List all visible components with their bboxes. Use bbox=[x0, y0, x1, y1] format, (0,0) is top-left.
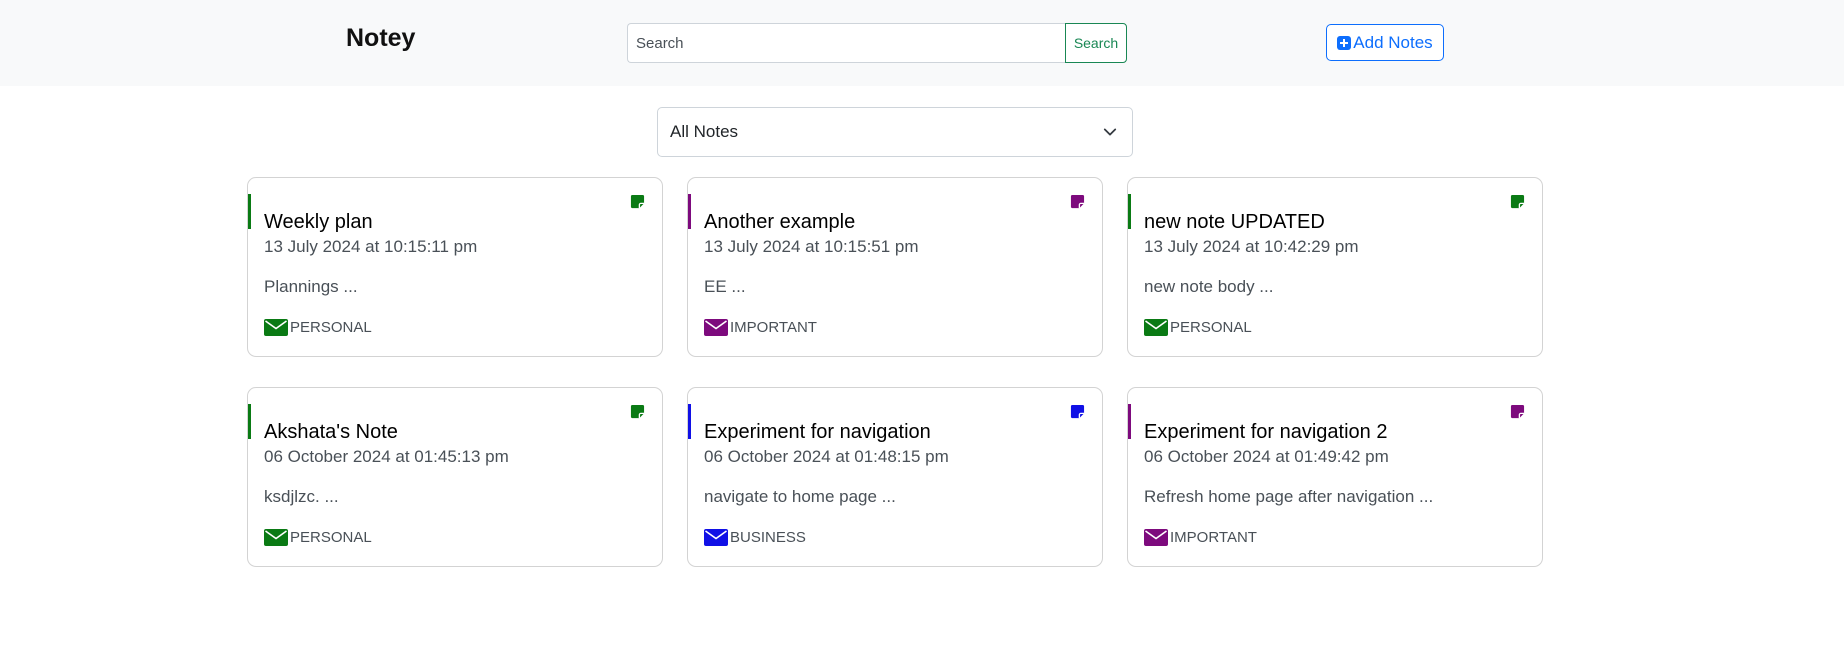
note-date: 06 October 2024 at 01:45:13 pm bbox=[264, 447, 509, 466]
note-category-label: IMPORTANT bbox=[1170, 529, 1257, 546]
note-accent-bar bbox=[1128, 194, 1131, 229]
note-card[interactable]: new note UPDATED 13 July 2024 at 10:42:2… bbox=[1127, 177, 1543, 357]
add-notes-button[interactable]: Add Notes bbox=[1326, 24, 1444, 61]
note-title: Experiment for navigation 2 bbox=[1144, 421, 1388, 443]
notes-filter-select[interactable]: All Notes bbox=[657, 107, 1133, 157]
note-body: EE ... bbox=[704, 277, 746, 296]
envelope-icon bbox=[264, 319, 288, 336]
add-notes-label: Add Notes bbox=[1353, 32, 1433, 52]
sticky-note-icon bbox=[1510, 194, 1525, 209]
navbar: Notey Search Add Notes bbox=[0, 0, 1844, 86]
note-accent-bar bbox=[688, 194, 691, 229]
note-accent-bar bbox=[248, 194, 251, 229]
envelope-icon bbox=[704, 319, 728, 336]
search-input[interactable] bbox=[627, 23, 1065, 63]
note-category-label: PERSONAL bbox=[1170, 319, 1252, 336]
note-date: 06 October 2024 at 01:49:42 pm bbox=[1144, 447, 1389, 466]
note-body: new note body ... bbox=[1144, 277, 1274, 296]
search-button[interactable]: Search bbox=[1065, 23, 1127, 63]
note-accent-bar bbox=[688, 404, 691, 439]
note-category: PERSONAL bbox=[264, 529, 372, 546]
note-date: 13 July 2024 at 10:15:51 pm bbox=[704, 237, 919, 256]
chevron-down-icon bbox=[1103, 128, 1117, 136]
note-title: new note UPDATED bbox=[1144, 211, 1325, 233]
note-category: BUSINESS bbox=[704, 529, 806, 546]
note-body: navigate to home page ... bbox=[704, 487, 896, 506]
sticky-note-icon bbox=[630, 194, 645, 209]
note-title: Experiment for navigation bbox=[704, 421, 931, 443]
note-card[interactable]: Akshata's Note 06 October 2024 at 01:45:… bbox=[247, 387, 663, 567]
note-category: IMPORTANT bbox=[704, 319, 817, 336]
sticky-note-icon bbox=[1510, 404, 1525, 419]
envelope-icon bbox=[264, 529, 288, 546]
envelope-icon bbox=[1144, 319, 1168, 336]
note-date: 06 October 2024 at 01:48:15 pm bbox=[704, 447, 949, 466]
note-accent-bar bbox=[1128, 404, 1131, 439]
filter-selected-value: All Notes bbox=[670, 122, 739, 141]
note-body: Plannings ... bbox=[264, 277, 358, 296]
envelope-icon bbox=[704, 529, 728, 546]
note-title: Akshata's Note bbox=[264, 421, 398, 443]
note-category-label: IMPORTANT bbox=[730, 319, 817, 336]
sticky-note-icon bbox=[1070, 194, 1085, 209]
plus-square-icon bbox=[1337, 35, 1352, 50]
sticky-note-icon bbox=[630, 404, 645, 419]
note-accent-bar bbox=[248, 404, 251, 439]
search-form: Search bbox=[627, 23, 1127, 63]
note-category-label: PERSONAL bbox=[290, 529, 372, 546]
note-body: ksdjlzc. ... bbox=[264, 487, 339, 506]
note-category: PERSONAL bbox=[264, 319, 372, 336]
note-date: 13 July 2024 at 10:42:29 pm bbox=[1144, 237, 1359, 256]
note-title: Weekly plan bbox=[264, 211, 373, 233]
note-card[interactable]: Weekly plan 13 July 2024 at 10:15:11 pm … bbox=[247, 177, 663, 357]
note-card[interactable]: Experiment for navigation 2 06 October 2… bbox=[1127, 387, 1543, 567]
note-category-label: BUSINESS bbox=[730, 529, 806, 546]
note-card[interactable]: Another example 13 July 2024 at 10:15:51… bbox=[687, 177, 1103, 357]
note-category: PERSONAL bbox=[1144, 319, 1252, 336]
note-body: Refresh home page after navigation ... bbox=[1144, 487, 1434, 506]
envelope-icon bbox=[1144, 529, 1168, 546]
brand-logo[interactable]: Notey bbox=[346, 24, 415, 53]
note-title: Another example bbox=[704, 211, 856, 233]
note-date: 13 July 2024 at 10:15:11 pm bbox=[264, 237, 478, 256]
sticky-note-icon bbox=[1070, 404, 1085, 419]
note-category: IMPORTANT bbox=[1144, 529, 1257, 546]
note-category-label: PERSONAL bbox=[290, 319, 372, 336]
note-card[interactable]: Experiment for navigation 06 October 202… bbox=[687, 387, 1103, 567]
